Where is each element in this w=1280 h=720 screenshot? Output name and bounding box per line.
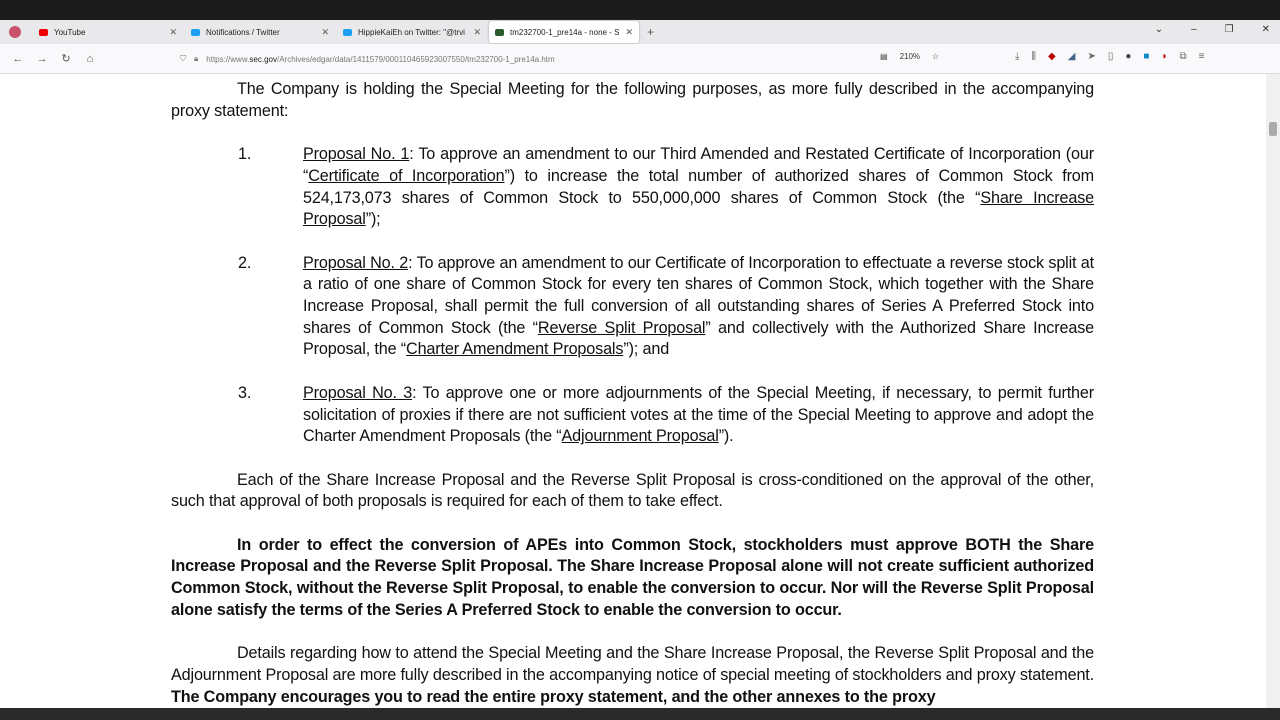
tab-bar: YouTube ✕ Notifications / Twitter ✕ HippieKa…	[0, 20, 1280, 44]
tab-2[interactable]: HippieKaiEh on Twitter: "@trvi ✕	[337, 21, 487, 43]
shield-icon[interactable]: ⛉	[180, 54, 186, 64]
tab-3[interactable]: tm232700-1_pre14a - none - S ✕	[489, 21, 639, 43]
defined-term: Adjournment Proposal	[561, 427, 719, 446]
lock-icon: 🔒︎	[194, 54, 199, 63]
extension-ublock-icon[interactable]: ◆	[1048, 51, 1056, 62]
extension-icon[interactable]: ➤	[1087, 51, 1095, 62]
url-domain: sec.gov	[249, 54, 277, 64]
item-text: Proposal No. 1: To approve an amendment …	[303, 144, 1094, 231]
back-button[interactable]: ←	[6, 53, 30, 65]
defined-term: Reverse Split Proposal	[537, 318, 706, 337]
forward-button[interactable]: →	[30, 53, 54, 65]
url-path: /Archives/edgar/data/1411579/00011046592…	[276, 54, 555, 64]
proposal-item: 1. Proposal No. 1: To approve an amendmen…	[171, 144, 1094, 231]
address-bar[interactable]: ⛉ 🔒︎ https://www.sec.gov/Archives/edgar/…	[180, 48, 940, 70]
scrollbar[interactable]	[1266, 74, 1280, 708]
text-run: The Company is holding the Special Meeti…	[171, 80, 1094, 120]
item-number: 3.	[238, 383, 252, 402]
os-top-bar	[0, 0, 1280, 20]
url-prefix: https://www.	[206, 54, 250, 64]
text-run: In order to effect the conversion of APE…	[171, 535, 1094, 619]
defined-term: Proposal No. 3	[303, 383, 413, 402]
library-icon[interactable]: ⫼	[1031, 51, 1036, 62]
item-text: Proposal No. 2: To approve an amendment …	[303, 253, 1094, 362]
paragraph: The Company is holding the Special Meeti…	[171, 79, 1094, 122]
extension-icon[interactable]: ◗	[1161, 51, 1167, 62]
twitter-icon	[343, 28, 352, 36]
firefox-menu-icon[interactable]	[9, 26, 21, 38]
close-tab-icon[interactable]: ✕	[169, 27, 177, 38]
item-number: 2.	[238, 253, 252, 272]
bookmark-star-icon[interactable]: ☆	[932, 52, 939, 61]
tab-1[interactable]: Notifications / Twitter ✕	[185, 21, 335, 43]
text-run: ”);	[365, 210, 381, 229]
defined-term: Proposal No. 2	[303, 253, 409, 272]
download-icon[interactable]: ⤓	[1015, 51, 1019, 62]
text-run: Details regarding how to attend the Spec…	[171, 644, 1094, 684]
item-text: Proposal No. 3: To approve one or more a…	[303, 383, 1094, 448]
sec-icon	[495, 28, 504, 36]
tab-label: HippieKaiEh on Twitter: "@trvi	[358, 27, 465, 37]
tab-label: tm232700-1_pre14a - none - S	[510, 27, 620, 37]
taskbar	[0, 708, 1280, 720]
text-run: ”).	[718, 427, 734, 446]
zoom-level[interactable]: 210%	[900, 52, 920, 61]
text-run: ”); and	[623, 340, 670, 359]
reload-button[interactable]: ↻	[54, 52, 78, 65]
proposal-item: 3. Proposal No. 3: To approve one or more…	[171, 383, 1094, 448]
extensions-puzzle-icon[interactable]: ⧉	[1179, 51, 1186, 62]
restore-button[interactable]: ❐	[1225, 24, 1234, 35]
minimize-button[interactable]: –	[1191, 24, 1197, 35]
tab-label: YouTube	[54, 27, 86, 37]
page-content: The Company is holding the Special Meeti…	[0, 74, 1266, 708]
scrollbar-thumb[interactable]	[1269, 122, 1277, 136]
reader-view-icon[interactable]: ▤	[880, 52, 888, 61]
defined-term: Charter Amendment Proposals	[406, 340, 624, 359]
close-tab-icon[interactable]: ✕	[625, 27, 633, 38]
extension-icon[interactable]: ▯	[1108, 51, 1114, 62]
tab-list-chevron-icon[interactable]: ⌄	[1155, 24, 1163, 35]
document-body: The Company is holding the Special Meeti…	[171, 79, 1094, 708]
text-run: Each of the Share Increase Proposal and …	[171, 470, 1094, 511]
extension-icon[interactable]: ●	[1125, 51, 1131, 62]
home-button[interactable]: ⌂	[78, 53, 102, 65]
item-number: 1.	[238, 145, 252, 164]
paragraph: In order to effect the conversion of APE…	[171, 535, 1094, 622]
close-tab-icon[interactable]: ✕	[473, 27, 481, 38]
twitter-icon	[191, 28, 200, 36]
proposal-item: 2. Proposal No. 2: To approve an amendmen…	[171, 253, 1094, 362]
tab-label: Notifications / Twitter	[206, 27, 280, 37]
new-tab-button[interactable]: +	[647, 25, 654, 39]
navigation-bar: ← → ↻ ⌂ ⛉ 🔒︎ https://www.sec.gov/Archive…	[0, 44, 1280, 74]
tab-0[interactable]: YouTube ✕	[33, 21, 183, 43]
text-run: The Company encourages you to read the e…	[171, 687, 936, 706]
extension-icon[interactable]: ◢	[1068, 51, 1076, 62]
menu-icon[interactable]: ≡	[1199, 51, 1205, 62]
extension-download-icon[interactable]: ■	[1143, 51, 1149, 62]
paragraph: Each of the Share Increase Proposal and …	[171, 470, 1094, 513]
close-window-button[interactable]: ✕	[1262, 24, 1270, 35]
paragraph: Details regarding how to attend the Spec…	[171, 643, 1094, 708]
defined-term: Certificate of Incorporation	[308, 166, 505, 185]
defined-term: Proposal No. 1	[303, 145, 410, 164]
close-tab-icon[interactable]: ✕	[321, 27, 329, 38]
youtube-icon	[39, 28, 48, 36]
